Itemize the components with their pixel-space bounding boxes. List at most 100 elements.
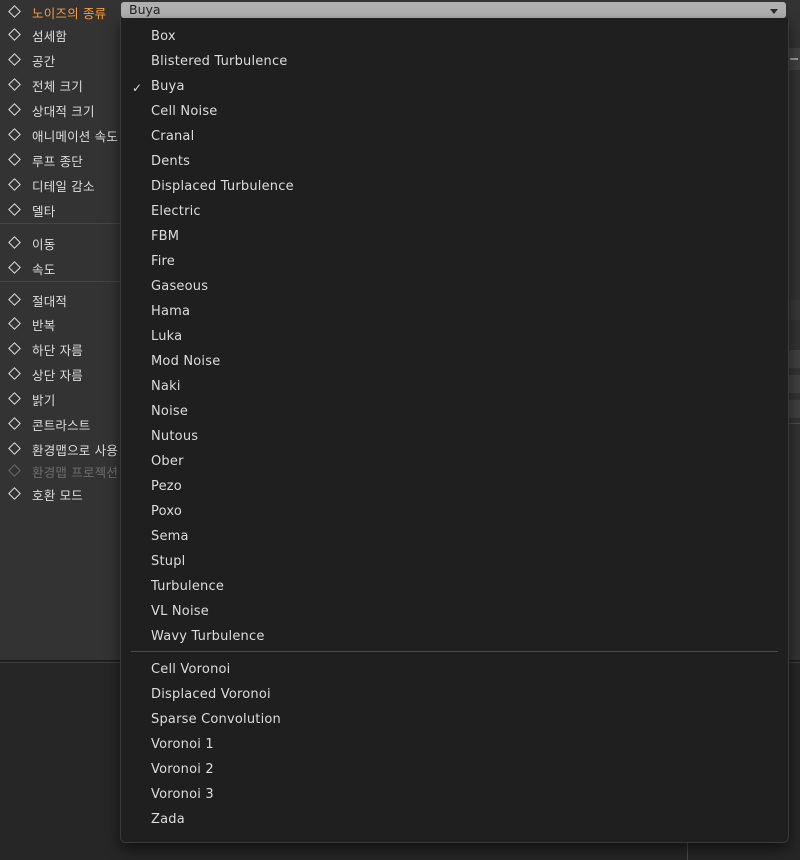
menu-item[interactable]: VL Noise	[121, 600, 788, 625]
keyframe-diamond-icon[interactable]	[8, 178, 21, 191]
keyframe-diamond-icon[interactable]	[8, 5, 21, 18]
menu-item-label: Box	[151, 29, 176, 44]
chevron-down-icon[interactable]	[770, 9, 778, 14]
menu-item[interactable]: Zada	[121, 808, 788, 833]
menu-item[interactable]: Cell Voronoi	[121, 658, 788, 683]
property-row[interactable]: 환경맵으로 사용	[0, 437, 120, 461]
property-row[interactable]: 섬세함	[0, 23, 120, 47]
menu-item[interactable]: Naki	[121, 375, 788, 400]
property-row[interactable]: 절대적	[0, 288, 120, 312]
menu-item[interactable]: Hama	[121, 300, 788, 325]
hidden-field-edge	[788, 400, 800, 418]
property-row[interactable]: 이동	[0, 231, 120, 255]
keyframe-diamond-icon[interactable]	[8, 153, 21, 166]
menu-item[interactable]: Noise	[121, 400, 788, 425]
menu-item[interactable]: Gaseous	[121, 275, 788, 300]
property-row[interactable]: 루프 종단	[0, 148, 120, 172]
keyframe-diamond-icon[interactable]	[8, 261, 21, 274]
noise-shader-window: 노이즈의 종류섬세함공간전체 크기상대적 크기 애니메이션 속도루프 종단디테일 …	[0, 0, 800, 860]
keyframe-diamond-icon[interactable]	[8, 128, 21, 141]
property-row[interactable]: 노이즈의 종류	[0, 0, 120, 24]
keyframe-diamond-icon[interactable]	[8, 78, 21, 91]
hidden-field-edge	[788, 350, 800, 368]
keyframe-diamond-icon[interactable]	[8, 487, 21, 500]
property-row[interactable]: 상대적 크기	[0, 98, 120, 122]
noise-type-select[interactable]: Buya	[121, 2, 786, 18]
menu-item[interactable]: Cell Noise	[121, 100, 788, 125]
menu-item[interactable]: Electric	[121, 200, 788, 225]
keyframe-diamond-icon[interactable]	[8, 293, 21, 306]
hidden-field-edge	[788, 375, 800, 393]
menu-item[interactable]: Luka	[121, 325, 788, 350]
property-label: 하단 자름	[32, 343, 83, 358]
menu-item[interactable]: Displaced Voronoi	[121, 683, 788, 708]
property-row[interactable]: 호환 모드	[0, 482, 120, 506]
menu-item[interactable]: Displaced Turbulence	[121, 175, 788, 200]
keyframe-diamond-icon[interactable]	[8, 203, 21, 216]
menu-item-label: Voronoi 2	[151, 762, 214, 777]
menu-item-label: VL Noise	[151, 604, 209, 619]
property-row[interactable]: 상단 자름	[0, 362, 120, 386]
menu-item[interactable]: Nutous	[121, 425, 788, 450]
menu-item[interactable]: Ober	[121, 450, 788, 475]
menu-item[interactable]: Blistered Turbulence	[121, 50, 788, 75]
menu-item-label: FBM	[151, 229, 180, 244]
property-row[interactable]: 밝기	[0, 387, 120, 411]
menu-item[interactable]: Voronoi 3	[121, 783, 788, 808]
menu-item-label: Sema	[151, 529, 189, 544]
keyframe-diamond-icon[interactable]	[8, 103, 21, 116]
menu-item-label: Sparse Convolution	[151, 712, 281, 727]
menu-item[interactable]: Turbulence	[121, 575, 788, 600]
menu-item[interactable]: Pezo	[121, 475, 788, 500]
property-row[interactable]: 델타	[0, 198, 120, 222]
property-row[interactable]: 전체 크기	[0, 73, 120, 97]
keyframe-diamond-icon[interactable]	[8, 236, 21, 249]
keyframe-diamond-icon[interactable]	[8, 53, 21, 66]
property-row[interactable]: 애니메이션 속도	[0, 123, 120, 147]
menu-item[interactable]: ✓ Buya	[121, 75, 788, 100]
menu-item[interactable]: Sema	[121, 525, 788, 550]
menu-item-label: Dents	[151, 154, 191, 169]
menu-item[interactable]: Fire	[121, 250, 788, 275]
menu-item-label: Mod Noise	[151, 354, 221, 369]
property-row[interactable]: 콘트라스트	[0, 412, 120, 436]
property-label: 섬세함	[32, 29, 68, 44]
menu-item[interactable]: Poxo	[121, 500, 788, 525]
menu-separator	[131, 651, 778, 652]
menu-item-label: Cell Voronoi	[151, 662, 231, 677]
property-row[interactable]: 하단 자름	[0, 337, 120, 361]
menu-item[interactable]: Voronoi 2	[121, 758, 788, 783]
keyframe-diamond-icon[interactable]	[8, 442, 21, 455]
menu-item[interactable]: Voronoi 1	[121, 733, 788, 758]
keyframe-diamond-icon[interactable]	[8, 342, 21, 355]
menu-item[interactable]: Wavy Turbulence	[121, 625, 788, 650]
menu-item-label: Hama	[151, 304, 191, 319]
property-label: 루프 종단	[32, 154, 83, 169]
menu-item[interactable]: Box	[121, 25, 788, 50]
property-row[interactable]: 디테일 감소	[0, 173, 120, 197]
menu-item-label: Voronoi 3	[151, 787, 214, 802]
keyframe-diamond-icon[interactable]	[8, 317, 21, 330]
property-label: 전체 크기	[32, 79, 83, 94]
keyframe-diamond-icon[interactable]	[8, 367, 21, 380]
menu-item[interactable]: Sparse Convolution	[121, 708, 788, 733]
keyframe-diamond-icon[interactable]	[8, 417, 21, 430]
menu-item-label: Pezo	[151, 479, 182, 494]
menu-item[interactable]: Mod Noise	[121, 350, 788, 375]
property-row[interactable]: 속도	[0, 256, 120, 280]
property-row[interactable]: 공간	[0, 48, 120, 72]
property-label: 이동	[32, 237, 56, 252]
menu-item-label: Turbulence	[151, 579, 225, 594]
menu-item-label: Noise	[151, 404, 189, 419]
menu-item[interactable]: Stupl	[121, 550, 788, 575]
menu-item[interactable]: FBM	[121, 225, 788, 250]
keyframe-diamond-icon[interactable]	[8, 392, 21, 405]
menu-item-label: Ober	[151, 454, 184, 469]
keyframe-diamond-icon[interactable]	[8, 28, 21, 41]
hidden-dropdown-caret	[790, 58, 798, 60]
menu-item[interactable]: Cranal	[121, 125, 788, 150]
menu-item-label: Blistered Turbulence	[151, 54, 288, 69]
property-row[interactable]: 반복	[0, 312, 120, 336]
menu-item-label: Nutous	[151, 429, 199, 444]
menu-item[interactable]: Dents	[121, 150, 788, 175]
